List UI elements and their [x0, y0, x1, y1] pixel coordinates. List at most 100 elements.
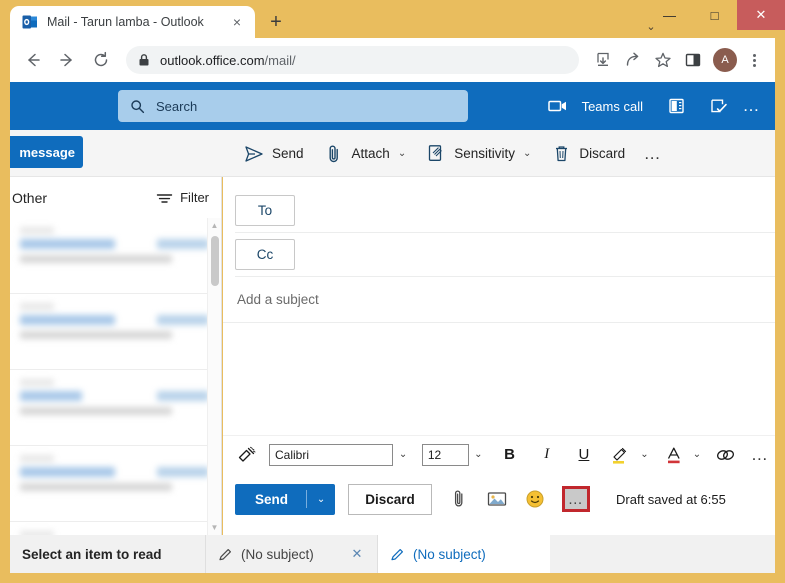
send-command-label: Send [272, 146, 304, 161]
avatar[interactable]: A [713, 48, 737, 72]
scroll-up-icon[interactable]: ▲ [208, 218, 221, 233]
font-size-input[interactable]: 12 [421, 443, 469, 466]
send-button[interactable]: Send ⌄ [235, 483, 336, 515]
new-tab-button[interactable]: + [262, 8, 290, 36]
sensitivity-command-label: Sensitivity [454, 146, 515, 161]
close-icon[interactable]: × [227, 12, 247, 32]
chevron-down-icon[interactable]: ⌄ [307, 494, 335, 505]
cc-input[interactable] [295, 239, 775, 270]
chevron-down-icon[interactable]: ⌄ [469, 449, 488, 460]
to-button[interactable]: To [235, 195, 295, 226]
split-screen-icon[interactable] [679, 46, 707, 74]
compose-action-row: Send ⌄ Discard … Draft saved at 6:55 [223, 475, 775, 523]
discard-button[interactable]: Discard [348, 483, 433, 515]
font-color-button[interactable] [660, 441, 687, 469]
pencil-icon [218, 547, 236, 562]
attach-file-icon[interactable] [444, 484, 474, 514]
compose-command-bar: message Send Attach ⌄ Sensitivity ⌄ Disc… [0, 130, 775, 177]
mail-list-header: Other Filter [10, 177, 221, 218]
draft-tab-1[interactable]: (No subject) ✕ [206, 535, 378, 573]
browser-tab-outlook[interactable]: Mail - Tarun lamba - Outlook × [10, 6, 255, 38]
chevron-down-icon[interactable]: ⌄ [398, 148, 406, 159]
bottom-tab-bar: Select an item to read (No subject) ✕ (N… [10, 535, 775, 573]
send-button-label: Send [255, 491, 289, 507]
bold-button[interactable]: B [496, 441, 523, 469]
new-message-button[interactable]: message [0, 136, 83, 168]
font-name-input[interactable]: Calibri [269, 443, 394, 466]
insert-picture-icon[interactable] [482, 484, 512, 514]
insert-link-icon[interactable] [713, 441, 740, 469]
search-input[interactable]: Search [118, 90, 468, 122]
attach-command[interactable]: Attach ⌄ [315, 136, 416, 172]
to-row: To [235, 189, 775, 233]
format-painter-icon[interactable] [237, 441, 257, 469]
teams-call-button[interactable]: Teams call [534, 86, 651, 126]
close-icon[interactable]: ✕ [347, 546, 367, 562]
draft-status-label: Draft saved at 6:55 [616, 491, 726, 507]
highlight-color-button[interactable] [608, 441, 635, 469]
browser-tab-title: Mail - Tarun lamba - Outlook [47, 15, 204, 29]
subject-input[interactable]: Add a subject [223, 277, 775, 323]
address-bar[interactable]: outlook.office.com/mail/ [126, 46, 579, 74]
discard-command[interactable]: Discard [542, 136, 634, 172]
reading-pane-tab[interactable]: Select an item to read [10, 535, 206, 573]
mail-list-item[interactable] [10, 218, 221, 294]
office-apps-icon[interactable] [661, 86, 693, 126]
bookmark-star-icon[interactable] [649, 46, 677, 74]
sensitivity-command[interactable]: Sensitivity ⌄ [417, 136, 540, 172]
browser-title-bar: Mail - Tarun lamba - Outlook × + ⌄ — □ ✕ [0, 0, 785, 38]
formatting-toolbar: Calibri ⌄ 12 ⌄ B I U ⌄ ⌄ … [223, 435, 775, 473]
filter-button[interactable]: Filter [156, 190, 209, 205]
command-bar-overflow-icon[interactable]: … [636, 136, 670, 172]
attach-command-label: Attach [351, 146, 390, 161]
cc-button[interactable]: Cc [235, 239, 295, 270]
format-overflow-icon[interactable]: … [746, 441, 775, 469]
new-note-icon[interactable] [703, 86, 735, 126]
window-controls: — □ ✕ [647, 0, 785, 30]
browser-window: Mail - Tarun lamba - Outlook × + ⌄ — □ ✕… [0, 0, 785, 583]
send-command[interactable]: Send [235, 136, 313, 172]
filter-label: Filter [180, 190, 209, 205]
close-window-button[interactable]: ✕ [737, 0, 785, 30]
teams-call-label: Teams call [581, 98, 643, 114]
mail-list-item[interactable] [10, 370, 221, 446]
back-icon[interactable] [18, 45, 48, 75]
maximize-button[interactable]: □ [692, 0, 737, 30]
command-bar-items: Send Attach ⌄ Sensitivity ⌄ Discard … [235, 130, 670, 177]
window-frame-left [0, 38, 10, 583]
to-input[interactable] [295, 195, 775, 226]
subject-placeholder: Add a subject [237, 292, 319, 307]
outlook-header-overflow-icon[interactable]: … [735, 86, 769, 126]
forward-icon[interactable] [52, 45, 82, 75]
scroll-down-icon[interactable]: ▼ [208, 520, 221, 535]
reload-icon[interactable] [86, 45, 116, 75]
chevron-down-icon[interactable]: ⌄ [523, 148, 531, 159]
filter-icon [156, 192, 173, 204]
chevron-down-icon[interactable]: ⌄ [393, 449, 412, 460]
compose-pane: To Cc Add a subject Calibri ⌄ 12 ⌄ B I U [223, 177, 775, 535]
underline-button[interactable]: U [570, 441, 597, 469]
install-app-icon[interactable] [589, 46, 617, 74]
outlook-favicon [22, 14, 38, 30]
recipient-fields: To Cc [223, 177, 775, 277]
share-icon[interactable] [619, 46, 647, 74]
mail-list-item[interactable] [10, 522, 221, 535]
chevron-down-icon[interactable]: ⌄ [635, 449, 654, 460]
more-options-button[interactable]: … [562, 486, 591, 512]
pencil-icon [390, 547, 408, 562]
video-camera-icon [542, 86, 574, 126]
mail-list-scrollbar[interactable]: ▲ ▼ [207, 218, 221, 535]
browser-menu-icon[interactable] [741, 46, 767, 74]
chevron-down-icon[interactable]: ⌄ [687, 449, 706, 460]
url-text: outlook.office.com/mail/ [160, 52, 296, 68]
emoji-icon[interactable] [520, 484, 550, 514]
minimize-button[interactable]: — [647, 0, 692, 30]
tab-other[interactable]: Other [12, 190, 47, 206]
mail-list-item[interactable] [10, 446, 221, 522]
scrollbar-thumb[interactable] [211, 236, 219, 286]
message-body-input[interactable] [223, 323, 775, 409]
italic-button[interactable]: I [533, 441, 560, 469]
mail-list-item[interactable] [10, 294, 221, 370]
draft-tab-2[interactable]: (No subject) [378, 535, 550, 573]
search-icon [130, 99, 145, 114]
